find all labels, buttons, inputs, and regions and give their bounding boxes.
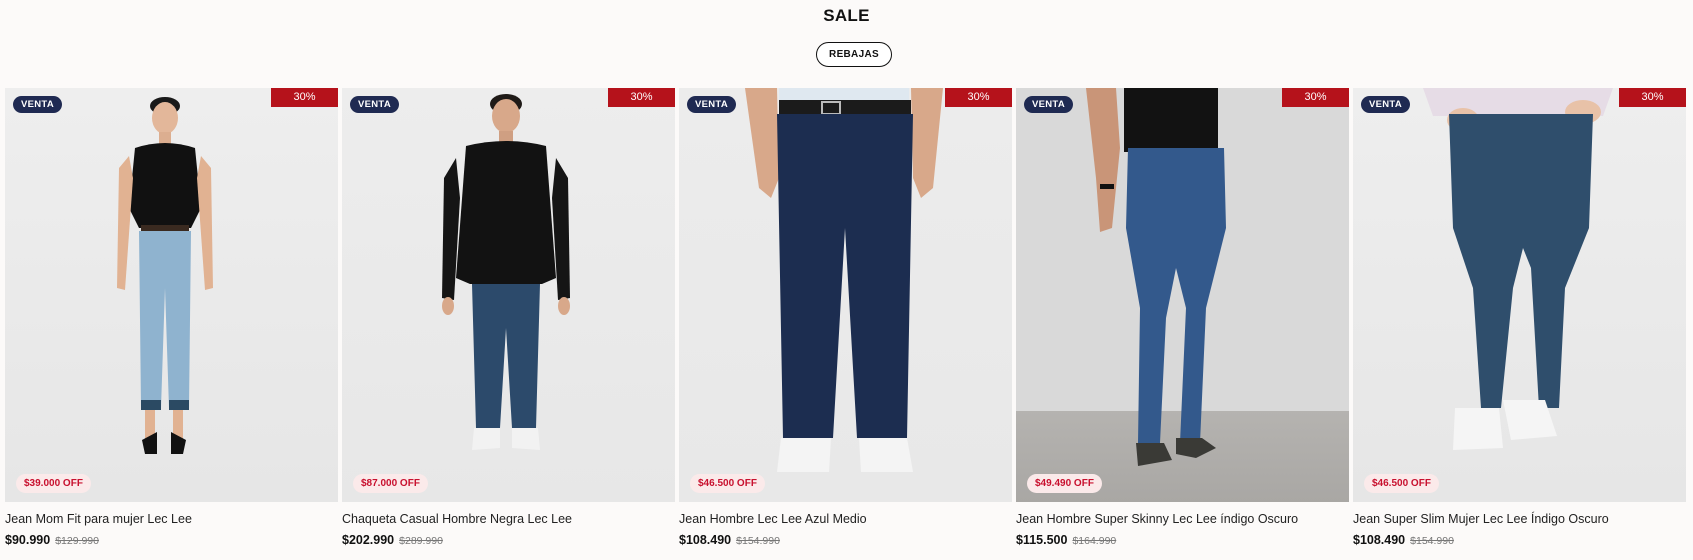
sale-price: $115.500 — [1016, 533, 1068, 547]
savings-badge: $87.000 OFF — [353, 474, 428, 493]
product-name[interactable]: Jean Super Slim Mujer Lec Lee Índigo Osc… — [1353, 512, 1686, 528]
slim-jeans-white-sneakers-icon — [1423, 88, 1613, 450]
savings-badge: $46.500 OFF — [690, 474, 765, 493]
product-prices: $115.500 $164.990 — [1016, 533, 1349, 547]
discount-badge: 30% — [608, 88, 675, 107]
sale-price: $202.990 — [342, 533, 395, 547]
product-card[interactable]: VENTA 30% $46.500 OFF Jean Super Slim Mu… — [1353, 88, 1686, 547]
savings-badge: $39.000 OFF — [16, 474, 91, 493]
product-prices: $202.990 $289.990 — [342, 533, 675, 547]
man-black-jacket-jeans-icon — [442, 94, 570, 450]
sale-price: $108.490 — [1353, 533, 1406, 547]
product-grid: VENTA 30% $39.000 OFF Jean Mom Fit para … — [5, 88, 1686, 547]
discount-badge: 30% — [1619, 88, 1686, 107]
product-card[interactable]: VENTA 30% $46.500 OFF Jean Hombre Lec Le… — [679, 88, 1012, 547]
original-price: $164.990 — [1072, 535, 1117, 547]
product-name[interactable]: Jean Mom Fit para mujer Lec Lee — [5, 512, 338, 528]
product-card[interactable]: VENTA 30% $49.490 OFF Jean Hombre Super … — [1016, 88, 1349, 547]
venta-badge: VENTA — [13, 96, 62, 113]
savings-badge: $49.490 OFF — [1027, 474, 1102, 493]
sale-price: $90.990 — [5, 533, 51, 547]
original-price: $289.990 — [399, 535, 443, 547]
product-image[interactable]: VENTA 30% $39.000 OFF — [5, 88, 338, 502]
product-name[interactable]: Jean Hombre Lec Lee Azul Medio — [679, 512, 1012, 528]
skinny-jeans-side-view-icon — [1086, 88, 1226, 466]
product-prices: $108.490 $154.990 — [679, 533, 1012, 547]
savings-badge: $46.500 OFF — [1364, 474, 1439, 493]
discount-badge: 30% — [1282, 88, 1349, 107]
discount-badge: 30% — [945, 88, 1012, 107]
product-name[interactable]: Jean Hombre Super Skinny Lec Lee índigo … — [1016, 512, 1349, 528]
discount-badge: 30% — [271, 88, 338, 107]
venta-badge: VENTA — [350, 96, 399, 113]
original-price: $154.990 — [736, 535, 780, 547]
rebajas-button[interactable]: REBAJAS — [816, 42, 892, 67]
dark-straight-jeans-legs-icon — [745, 88, 943, 472]
section-title: SALE — [823, 6, 870, 25]
product-prices: $108.490 $154.990 — [1353, 533, 1686, 547]
product-card[interactable]: VENTA 30% $39.000 OFF Jean Mom Fit para … — [5, 88, 338, 547]
venta-badge: VENTA — [1024, 96, 1073, 113]
venta-badge: VENTA — [687, 96, 736, 113]
product-prices: $90.990 $129.990 — [5, 533, 338, 547]
sale-price: $108.490 — [679, 533, 732, 547]
venta-badge: VENTA — [1361, 96, 1410, 113]
product-image[interactable]: VENTA 30% $46.500 OFF — [1353, 88, 1686, 502]
product-image[interactable]: VENTA 30% $46.500 OFF — [679, 88, 1012, 502]
original-price: $129.990 — [55, 535, 99, 547]
original-price: $154.990 — [1410, 535, 1454, 547]
woman-black-top-light-jeans-icon — [117, 97, 213, 454]
product-image[interactable]: VENTA 30% $49.490 OFF — [1016, 88, 1349, 502]
product-card[interactable]: VENTA 30% $87.000 OFF Chaqueta Casual Ho… — [342, 88, 675, 547]
product-name[interactable]: Chaqueta Casual Hombre Negra Lec Lee — [342, 512, 675, 528]
product-image[interactable]: VENTA 30% $87.000 OFF — [342, 88, 675, 502]
